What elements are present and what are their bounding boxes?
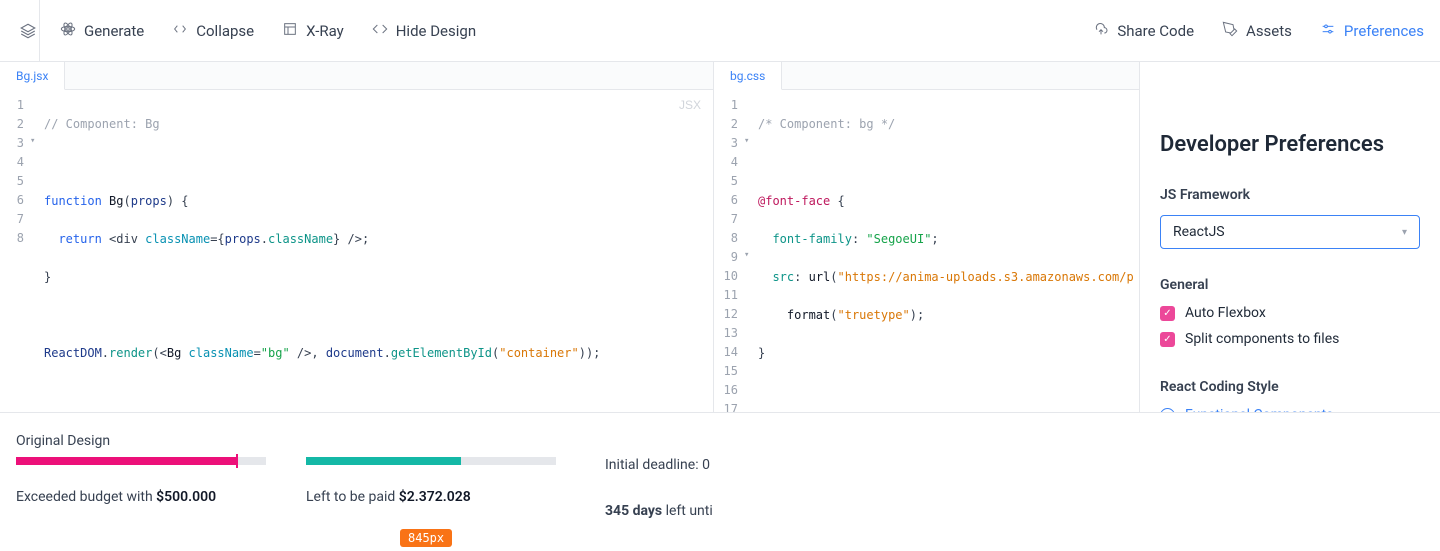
- logo-icon[interactable]: [0, 0, 40, 62]
- days-count: 345 days: [605, 503, 662, 519]
- js-framework-value: ReactJS: [1173, 224, 1225, 240]
- general-label: General: [1160, 277, 1420, 293]
- budget-text: Exceeded budget with: [16, 489, 156, 505]
- line-gutter-css: 1234567891011121314151617: [714, 90, 744, 412]
- fold-gutter-css: ▾▾: [744, 90, 754, 412]
- pen-icon: [1222, 21, 1238, 41]
- progress-bar: [306, 457, 556, 465]
- generate-button[interactable]: Generate: [60, 21, 144, 41]
- collapse-label: Collapse: [196, 22, 254, 40]
- auto-flexbox-option[interactable]: ✓ Auto Flexbox: [1160, 305, 1420, 321]
- hide-design-button[interactable]: Hide Design: [372, 21, 476, 41]
- js-framework-label: JS Framework: [1160, 187, 1420, 203]
- chevron-down-icon: ▾: [1402, 227, 1407, 238]
- original-design-title: Original Design: [16, 433, 110, 449]
- xray-icon: [282, 21, 298, 41]
- checkbox-icon: ✓: [1160, 332, 1175, 347]
- split-components-option[interactable]: ✓ Split components to files: [1160, 331, 1420, 347]
- payment-amount: $2.372.028: [399, 489, 471, 505]
- code-icon: [372, 21, 388, 41]
- size-badge: 845px: [400, 529, 452, 547]
- fold-icon[interactable]: ▾: [30, 134, 40, 153]
- hide-design-label: Hide Design: [396, 22, 476, 40]
- css-editor[interactable]: 1234567891011121314151617 ▾▾ /* Componen…: [714, 90, 1139, 412]
- progress-bar: [16, 457, 266, 465]
- deadline-text: Initial deadline: 0: [605, 457, 713, 473]
- xray-button[interactable]: X-Ray: [282, 21, 344, 41]
- design-preview: Original Design Exceeded budget with $50…: [0, 412, 1440, 551]
- jsx-editor[interactable]: JSX 12345678 ▾ // Component: Bg function…: [0, 90, 713, 412]
- payment-text: Left to be paid: [306, 489, 399, 505]
- atom-icon: [60, 21, 76, 41]
- preferences-button[interactable]: Preferences: [1320, 21, 1424, 41]
- preferences-title: Developer Preferences: [1160, 132, 1420, 157]
- top-toolbar: Generate Collapse X-Ray Hide Design Shar…: [0, 0, 1440, 62]
- cloud-icon: [1093, 21, 1109, 41]
- generate-label: Generate: [84, 22, 144, 40]
- auto-flexbox-label: Auto Flexbox: [1185, 305, 1266, 321]
- share-code-button[interactable]: Share Code: [1093, 21, 1194, 41]
- payment-card: Left to be paid $2.372.028: [306, 457, 556, 505]
- preferences-label: Preferences: [1344, 22, 1424, 40]
- fold-gutter: ▾: [30, 90, 40, 412]
- xray-label: X-Ray: [306, 22, 344, 40]
- assets-label: Assets: [1246, 22, 1292, 40]
- budget-card: Exceeded budget with $500.000: [16, 457, 266, 505]
- sliders-icon: [1320, 21, 1336, 41]
- preferences-panel: Developer Preferences JS Framework React…: [1140, 62, 1440, 412]
- code-area-css[interactable]: /* Component: bg */ @font-face { font-fa…: [754, 90, 1139, 412]
- assets-button[interactable]: Assets: [1222, 21, 1292, 41]
- file-tab-bar-css: bg.css: [714, 62, 1139, 90]
- file-tab-bar: Bg.jsx: [0, 62, 713, 90]
- fold-icon[interactable]: ▾: [744, 134, 754, 153]
- days-text: left unti: [662, 503, 713, 519]
- code-area[interactable]: // Component: Bg function Bg(props) { re…: [40, 90, 713, 412]
- fold-icon[interactable]: ▾: [744, 248, 754, 267]
- collapse-button[interactable]: Collapse: [172, 21, 254, 41]
- jsx-editor-panel: Bg.jsx JSX 12345678 ▾ // Component: Bg f…: [0, 62, 714, 412]
- budget-amount: $500.000: [156, 489, 216, 505]
- line-gutter: 12345678: [0, 90, 30, 412]
- react-style-label: React Coding Style: [1160, 379, 1420, 395]
- checkbox-icon: ✓: [1160, 306, 1175, 321]
- css-editor-panel: bg.css 1234567891011121314151617 ▾▾ /* C…: [714, 62, 1140, 412]
- collapse-icon: [172, 21, 188, 41]
- language-badge: JSX: [679, 96, 701, 115]
- tab-bg-jsx[interactable]: Bg.jsx: [0, 62, 65, 90]
- tab-bg-css[interactable]: bg.css: [714, 62, 782, 90]
- js-framework-select[interactable]: ReactJS ▾: [1160, 215, 1420, 249]
- main-panels: Bg.jsx JSX 12345678 ▾ // Component: Bg f…: [0, 62, 1440, 412]
- share-label: Share Code: [1117, 22, 1194, 40]
- split-components-label: Split components to files: [1185, 331, 1339, 347]
- deadline-info: Initial deadline: 0 345 days left unti: [605, 457, 713, 519]
